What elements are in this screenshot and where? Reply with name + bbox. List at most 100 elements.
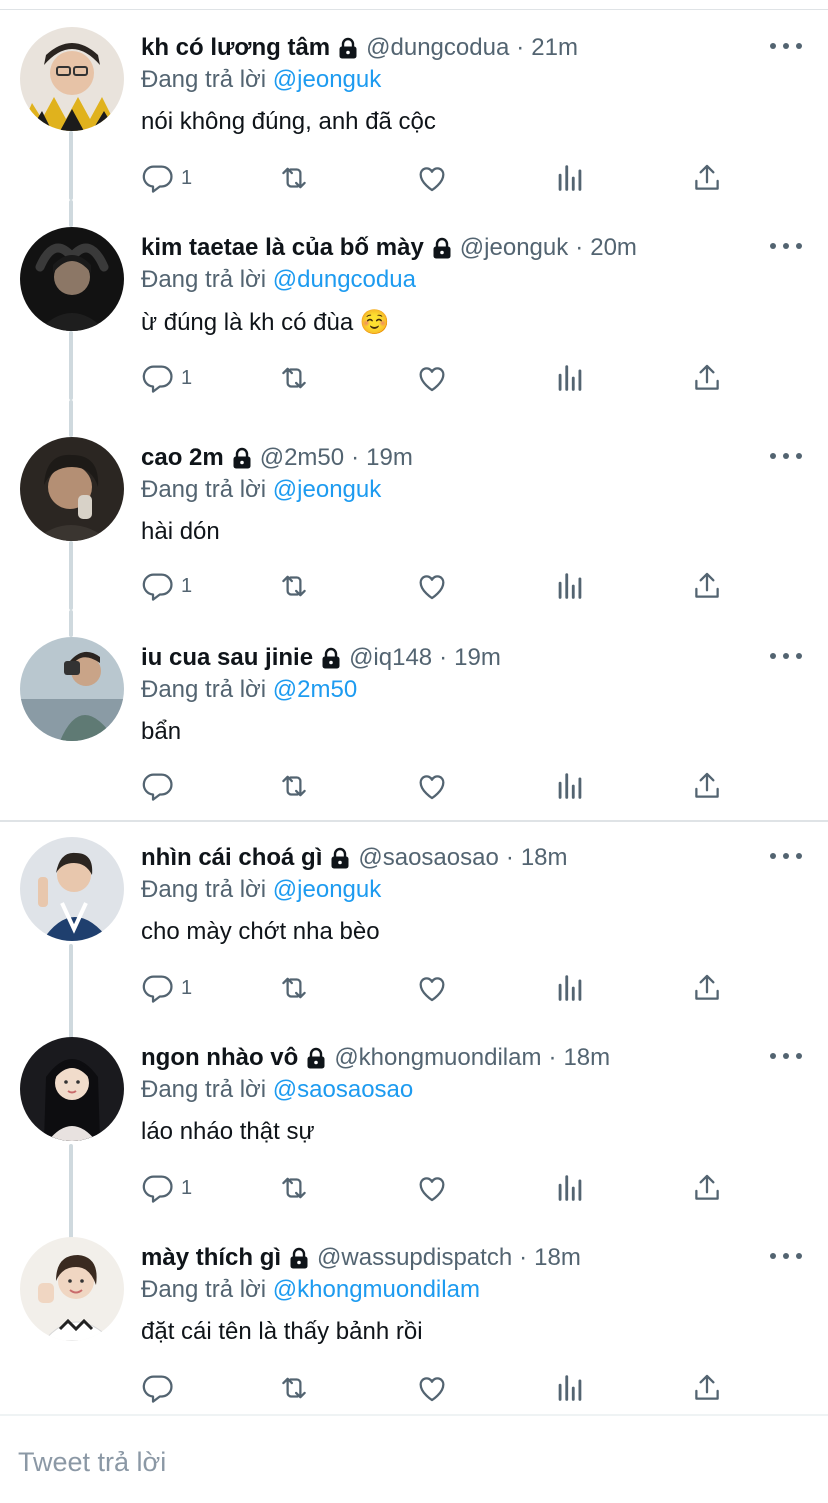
avatar[interactable] — [20, 637, 124, 741]
display-name[interactable]: kim taetae là của bố mày — [141, 234, 424, 262]
stats-button[interactable] — [553, 1170, 587, 1206]
lock-icon — [287, 1246, 311, 1270]
share-button[interactable] — [690, 360, 724, 396]
timestamp[interactable]: 18m — [521, 844, 568, 872]
reply-button[interactable] — [141, 1370, 181, 1406]
reply-button[interactable] — [141, 768, 181, 804]
retweet-button[interactable] — [277, 160, 311, 196]
display-name[interactable]: cao 2m — [141, 444, 224, 472]
more-icon[interactable] — [770, 446, 802, 466]
retweet-button[interactable] — [277, 360, 311, 396]
timestamp[interactable]: 20m — [590, 234, 637, 262]
user-handle[interactable]: @saosaosao — [358, 844, 498, 872]
action-bar: 1 — [141, 1170, 741, 1206]
display-name[interactable]: nhìn cái choá gì — [141, 844, 322, 872]
avatar[interactable] — [20, 27, 124, 131]
more-icon[interactable] — [770, 1046, 802, 1066]
share-button[interactable] — [690, 1170, 724, 1206]
more-icon[interactable] — [770, 1246, 802, 1266]
retweet-button[interactable] — [277, 568, 311, 604]
stats-icon — [558, 573, 582, 599]
display-name[interactable]: kh có lương tâm — [141, 34, 330, 62]
avatar[interactable] — [20, 1037, 124, 1141]
like-button[interactable] — [415, 970, 449, 1006]
like-button[interactable] — [415, 1170, 449, 1206]
display-name[interactable]: mày thích gì — [141, 1244, 281, 1272]
mention-link[interactable]: @khongmuondilam — [273, 1276, 480, 1303]
timestamp[interactable]: 19m — [454, 644, 501, 672]
like-button[interactable] — [415, 1370, 449, 1406]
tweet[interactable]: kh có lương tâm @dungcodua · 21m Đang tr… — [0, 0, 828, 200]
reply-button[interactable]: 1 — [141, 970, 192, 1006]
retweet-icon — [282, 1377, 306, 1399]
retweet-button[interactable] — [277, 1170, 311, 1206]
retweet-button[interactable] — [277, 1370, 311, 1406]
like-button[interactable] — [415, 768, 449, 804]
reply-button[interactable]: 1 — [141, 160, 192, 196]
user-handle[interactable]: @iq148 — [349, 644, 432, 672]
share-button[interactable] — [690, 768, 724, 804]
share-button[interactable] — [690, 1370, 724, 1406]
timestamp[interactable]: 19m — [366, 444, 413, 472]
avatar[interactable] — [20, 227, 124, 331]
more-icon[interactable] — [770, 646, 802, 666]
reply-button[interactable]: 1 — [141, 1170, 192, 1206]
mention-link[interactable]: @jeonguk — [273, 66, 381, 93]
stats-icon — [558, 165, 582, 191]
avatar[interactable] — [20, 837, 124, 941]
tweet[interactable]: iu cua sau jinie @iq148 · 19m Đang trả l… — [0, 610, 828, 810]
reply-prefix: Đang trả lời — [141, 1076, 267, 1103]
share-button[interactable] — [690, 160, 724, 196]
retweet-icon — [282, 1177, 306, 1199]
like-button[interactable] — [415, 360, 449, 396]
stats-button[interactable] — [553, 1370, 587, 1406]
avatar[interactable] — [20, 437, 124, 541]
stats-button[interactable] — [553, 970, 587, 1006]
stats-icon — [558, 1175, 582, 1201]
lock-icon — [336, 36, 360, 60]
user-handle[interactable]: @khongmuondilam — [334, 1044, 541, 1072]
user-handle[interactable]: @dungcodua — [366, 34, 509, 62]
reply-button[interactable]: 1 — [141, 360, 192, 396]
reply-button[interactable]: 1 — [141, 568, 192, 604]
retweet-icon — [282, 575, 306, 597]
stats-button[interactable] — [553, 360, 587, 396]
more-icon[interactable] — [770, 36, 802, 56]
share-icon — [695, 772, 719, 798]
display-name[interactable]: iu cua sau jinie — [141, 644, 313, 672]
tweet[interactable]: nhìn cái choá gì @saosaosao · 18m Đang t… — [0, 820, 828, 1040]
mention-link[interactable]: @2m50 — [273, 676, 357, 703]
more-icon[interactable] — [770, 236, 802, 256]
tweet[interactable]: cao 2m @2m50 · 19m Đang trả lời @jeonguk… — [0, 400, 828, 610]
reply-icon — [142, 975, 173, 1003]
timestamp[interactable]: 21m — [531, 34, 578, 62]
retweet-button[interactable] — [277, 768, 311, 804]
retweet-icon — [282, 367, 306, 389]
mention-link[interactable]: @jeonguk — [273, 876, 381, 903]
display-name[interactable]: ngon nhào vô — [141, 1044, 298, 1072]
mention-link[interactable]: @dungcodua — [273, 266, 416, 293]
stats-button[interactable] — [553, 160, 587, 196]
like-button[interactable] — [415, 160, 449, 196]
mention-link[interactable]: @jeonguk — [273, 476, 381, 503]
tweet[interactable]: kim taetae là của bố mày @jeonguk · 20m … — [0, 200, 828, 400]
retweet-button[interactable] — [277, 970, 311, 1006]
reply-icon — [142, 1175, 173, 1203]
stats-button[interactable] — [553, 568, 587, 604]
user-handle[interactable]: @jeonguk — [460, 234, 568, 262]
user-handle[interactable]: @2m50 — [260, 444, 344, 472]
stats-button[interactable] — [553, 768, 587, 804]
timestamp[interactable]: 18m — [534, 1244, 581, 1272]
more-icon[interactable] — [770, 846, 802, 866]
reply-input[interactable] — [18, 1442, 798, 1482]
reply-composer — [0, 1416, 828, 1503]
share-button[interactable] — [690, 970, 724, 1006]
tweet[interactable]: mày thích gì @wassupdispatch · 18m Đang … — [0, 1220, 828, 1420]
timestamp[interactable]: 18m — [563, 1044, 610, 1072]
mention-link[interactable]: @saosaosao — [273, 1076, 413, 1103]
like-button[interactable] — [415, 568, 449, 604]
user-handle[interactable]: @wassupdispatch — [317, 1244, 512, 1272]
tweet[interactable]: ngon nhào vô @khongmuondilam · 18m Đang … — [0, 1020, 828, 1240]
avatar[interactable] — [20, 1237, 124, 1341]
share-button[interactable] — [690, 568, 724, 604]
